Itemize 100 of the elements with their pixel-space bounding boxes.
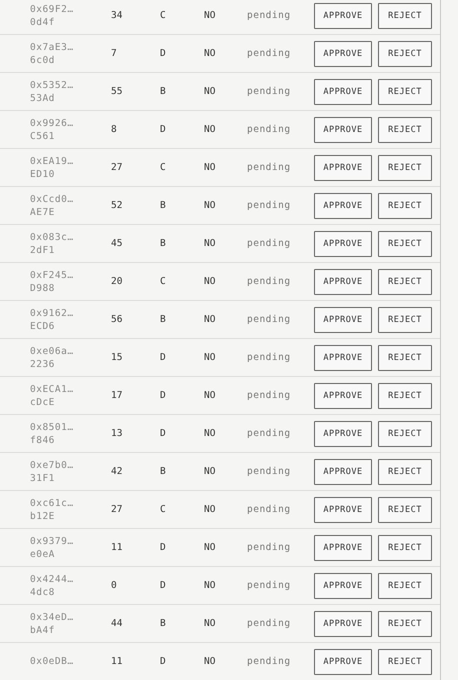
status-text: pending (247, 466, 291, 477)
grade-text: D (160, 352, 166, 363)
flag-text: NO (204, 504, 216, 515)
reject-button[interactable]: REJECT (378, 458, 432, 484)
address-text: cDcE (30, 396, 56, 408)
flag-text: NO (204, 162, 216, 173)
address-text: 0x9162… (30, 308, 75, 318)
status-text: pending (247, 352, 291, 363)
count-text: 11 (111, 542, 122, 553)
approve-button[interactable]: APPROVE (314, 2, 372, 28)
address-text: AE7E (30, 206, 56, 218)
grade-text: D (160, 542, 166, 553)
flag-text: NO (204, 200, 216, 211)
reject-button[interactable]: REJECT (378, 344, 432, 370)
address-text: 0d4f (30, 16, 56, 28)
status-text: pending (247, 162, 291, 173)
count-text: 11 (111, 656, 122, 667)
approve-button[interactable]: APPROVE (314, 610, 372, 636)
address-text: C561 (30, 130, 56, 142)
approve-button[interactable]: APPROVE (314, 382, 372, 408)
reject-button[interactable]: REJECT (378, 572, 432, 598)
status-text: pending (247, 314, 291, 325)
status-text: pending (247, 428, 291, 439)
reject-button[interactable]: REJECT (378, 648, 432, 674)
address-text: 0xe06a… (30, 346, 75, 356)
count-text: 15 (111, 352, 122, 363)
address-text: 2236 (30, 358, 56, 370)
reject-button[interactable]: REJECT (378, 268, 432, 294)
approve-button[interactable]: APPROVE (314, 78, 372, 104)
flag-text: NO (204, 124, 216, 135)
reject-button[interactable]: REJECT (378, 420, 432, 446)
approve-button[interactable]: APPROVE (314, 344, 372, 370)
address-text: 0x083c… (30, 232, 75, 242)
address-text: 0x4244… (30, 574, 75, 584)
grade-text: C (160, 276, 166, 287)
status-text: pending (247, 542, 291, 553)
address-text: 4dc8 (30, 586, 56, 598)
reject-button[interactable]: REJECT (378, 496, 432, 522)
reject-button[interactable]: REJECT (378, 230, 432, 256)
flag-text: NO (204, 428, 216, 439)
approve-button[interactable]: APPROVE (314, 496, 372, 522)
flag-text: NO (204, 238, 216, 249)
grade-text: B (160, 466, 166, 477)
status-text: pending (247, 618, 291, 629)
address-text: 0xc61c… (30, 498, 75, 508)
approve-button[interactable]: APPROVE (314, 154, 372, 180)
reject-button[interactable]: REJECT (378, 306, 432, 332)
approve-button[interactable]: APPROVE (314, 572, 372, 598)
status-text: pending (247, 390, 291, 401)
count-text: 0 (111, 580, 117, 591)
address-text: 0x9379… (30, 536, 75, 546)
count-text: 17 (111, 390, 122, 401)
grade-text: C (160, 10, 166, 21)
count-text: 45 (111, 238, 122, 249)
reject-button[interactable]: REJECT (378, 2, 432, 28)
reject-button[interactable]: REJECT (378, 154, 432, 180)
approve-button[interactable]: APPROVE (314, 534, 372, 560)
reject-button[interactable]: REJECT (378, 78, 432, 104)
approve-button[interactable]: APPROVE (314, 268, 372, 294)
grade-text: D (160, 428, 166, 439)
status-text: pending (247, 86, 291, 97)
count-text: 55 (111, 86, 122, 97)
status-text: pending (247, 10, 291, 21)
address-text: 0x0eDB… (30, 656, 75, 667)
address-text: D988 (30, 282, 56, 294)
address-text: 0xECA1… (30, 384, 75, 394)
address-text: 0x5352… (30, 80, 75, 90)
approve-button[interactable]: APPROVE (314, 648, 372, 674)
grade-text: D (160, 48, 166, 59)
address-text: e0eA (30, 548, 56, 560)
grade-text: D (160, 580, 166, 591)
address-text: 0x69F2… (30, 4, 75, 14)
address-text: 0xe7b0… (30, 460, 75, 470)
reject-button[interactable]: REJECT (378, 116, 432, 142)
approve-button[interactable]: APPROVE (314, 306, 372, 332)
reject-button[interactable]: REJECT (378, 192, 432, 218)
count-text: 8 (111, 124, 117, 135)
flag-text: NO (204, 48, 216, 59)
approve-button[interactable]: APPROVE (314, 230, 372, 256)
reject-button[interactable]: REJECT (378, 40, 432, 66)
address-text: b12E (30, 510, 56, 522)
grade-text: B (160, 200, 166, 211)
address-text: 0xF245… (30, 270, 75, 280)
count-text: 27 (111, 162, 122, 173)
count-text: 52 (111, 200, 122, 211)
approve-button[interactable]: APPROVE (314, 40, 372, 66)
grade-text: B (160, 314, 166, 325)
flag-text: NO (204, 390, 216, 401)
reject-button[interactable]: REJECT (378, 534, 432, 560)
reject-button[interactable]: REJECT (378, 382, 432, 408)
approve-button[interactable]: APPROVE (314, 192, 372, 218)
reject-button[interactable]: REJECT (378, 610, 432, 636)
flag-text: NO (204, 618, 216, 629)
approve-button[interactable]: APPROVE (314, 116, 372, 142)
approve-button[interactable]: APPROVE (314, 458, 372, 484)
flag-text: NO (204, 466, 216, 477)
address-text: 53Ad (30, 92, 56, 104)
count-text: 20 (111, 276, 122, 287)
approve-button[interactable]: APPROVE (314, 420, 372, 446)
address-text: 6c0d (30, 54, 56, 66)
